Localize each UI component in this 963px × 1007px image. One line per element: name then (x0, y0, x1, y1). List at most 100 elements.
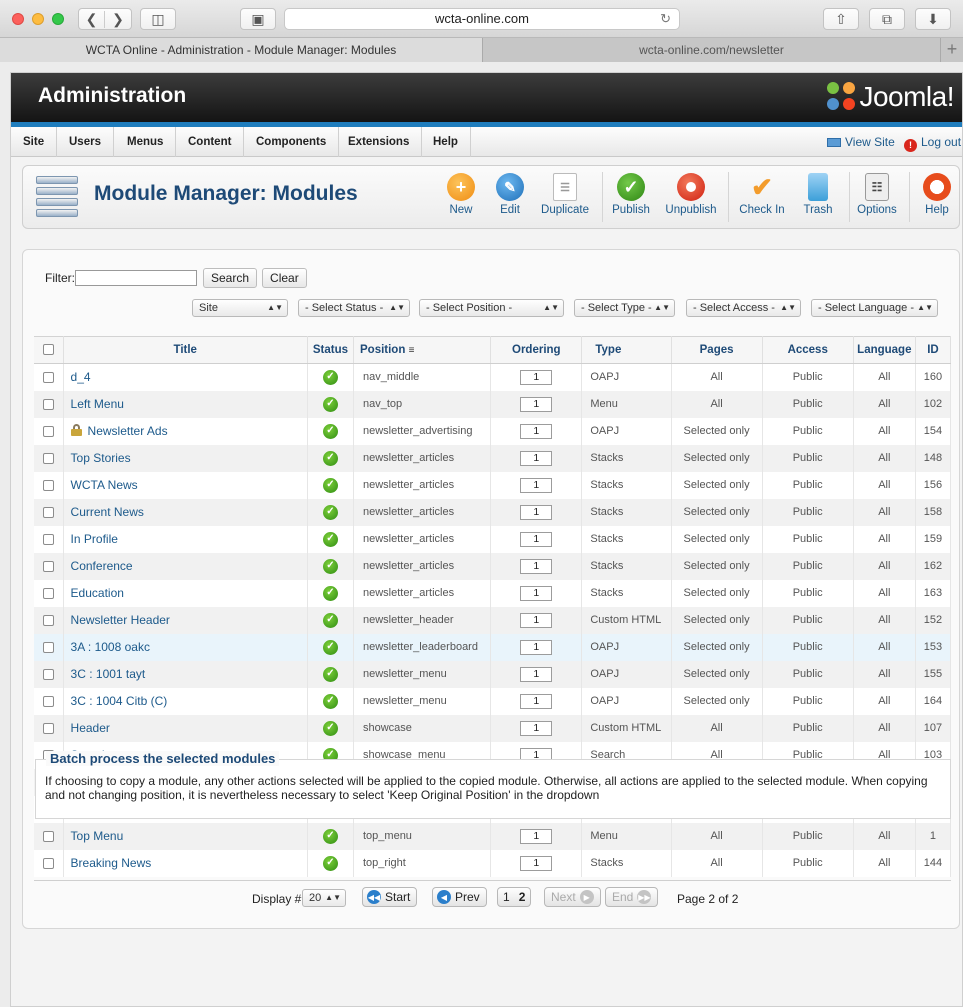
row-checkbox[interactable] (42, 398, 54, 410)
published-check-icon[interactable]: ✓ (322, 585, 338, 601)
published-check-icon[interactable]: ✓ (322, 531, 338, 547)
ordering-input[interactable]: 1 (520, 585, 553, 601)
reload-icon[interactable]: ↻ (660, 9, 671, 29)
tab-module-manager[interactable]: WCTA Online - Administration - Module Ma… (0, 38, 482, 62)
published-check-icon[interactable]: ✓ (322, 558, 338, 574)
column-id[interactable]: ID (915, 336, 952, 364)
row-checkbox[interactable] (42, 425, 54, 437)
module-title-link[interactable]: d_4 (64, 370, 91, 384)
select-access[interactable]: - Select Access - ▲▼ (686, 299, 801, 317)
toolbar-trash-button[interactable]: Trash (797, 173, 839, 216)
table-row[interactable]: Breaking News ✓ top_right 1 Stacks All Public A… (34, 849, 952, 877)
menu-content[interactable]: Content (176, 127, 245, 157)
module-title[interactable]: Current News (71, 505, 144, 519)
downloads-button[interactable]: ⬇ (915, 8, 951, 30)
column-status[interactable]: Status (307, 336, 355, 364)
minimize-window-button[interactable] (32, 13, 44, 25)
start-button[interactable]: ◀◀ Start (362, 887, 418, 907)
column-type[interactable]: Type (581, 336, 672, 364)
zoom-window-button[interactable] (52, 13, 64, 25)
published-check-icon[interactable]: ✓ (322, 639, 338, 655)
published-check-icon[interactable]: ✓ (322, 369, 338, 385)
search-button[interactable]: Search (203, 268, 258, 288)
row-checkbox[interactable] (42, 587, 54, 599)
table-row[interactable]: WCTA News ✓ newsletter_articles 1 Stacks Sele… (34, 471, 952, 499)
column-position[interactable]: Position ≡ (353, 336, 492, 364)
table-row[interactable]: Top Stories ✓ newsletter_articles 1 Stacks Se… (34, 444, 952, 472)
module-title[interactable]: 3A : 1008 oakc (71, 640, 150, 654)
column-title[interactable]: Title (63, 336, 308, 364)
ordering-input[interactable]: 1 (520, 396, 553, 412)
row-checkbox[interactable] (42, 614, 54, 626)
row-checkbox[interactable] (42, 830, 54, 842)
row-checkbox[interactable] (42, 560, 54, 572)
toolbar-help-button[interactable]: Help (916, 173, 958, 216)
table-row[interactable]: Education ✓ newsletter_articles 1 Stacks Sele… (34, 579, 952, 607)
row-checkbox[interactable] (42, 695, 54, 707)
module-title-link[interactable]: Breaking News (64, 856, 152, 870)
ordering-input[interactable]: 1 (520, 693, 553, 709)
module-title[interactable]: Top Menu (71, 829, 124, 843)
close-window-button[interactable] (12, 13, 24, 25)
row-checkbox[interactable] (42, 857, 54, 869)
table-row[interactable]: Newsletter Header ✓ newsletter_header 1 Cust… (34, 606, 952, 634)
table-row[interactable]: d_4 ✓ nav_middle 1 OAPJ All Public All 160 (34, 363, 952, 391)
published-check-icon[interactable]: ✓ (322, 693, 338, 709)
address-bar[interactable]: wcta-online.com ↻ (284, 8, 680, 30)
page-1-link[interactable]: 1 (503, 890, 510, 904)
module-title-link[interactable]: WCTA News (64, 478, 138, 492)
row-checkbox[interactable] (42, 533, 54, 545)
ordering-input[interactable]: 1 (520, 369, 553, 385)
module-title-link[interactable]: 3A : 1008 oakc (64, 640, 150, 654)
filter-search-input[interactable] (75, 270, 197, 286)
menu-help[interactable]: Help (421, 127, 471, 157)
toolbar-unpublish-button[interactable]: Unpublish (664, 173, 718, 216)
table-row[interactable]: 3A : 1008 oakc ✓ newsletter_leaderboard 1 OA… (34, 633, 952, 661)
table-row[interactable]: Current News ✓ newsletter_articles 1 Stacks S… (34, 498, 952, 526)
published-check-icon[interactable]: ✓ (322, 423, 338, 439)
module-title[interactable]: Newsletter Header (71, 613, 170, 627)
ordering-input[interactable]: 1 (520, 558, 553, 574)
ordering-input[interactable]: 1 (520, 477, 553, 493)
module-title[interactable]: Newsletter Ads (88, 424, 168, 438)
ordering-input[interactable]: 1 (520, 720, 553, 736)
menu-users[interactable]: Users (57, 127, 114, 157)
table-row[interactable]: Newsletter Ads ✓ newsletter_advertising 1 OA… (34, 417, 952, 445)
table-row[interactable]: Top Menu ✓ top_menu 1 Menu All Public All 1 (34, 822, 952, 850)
toolbar-checkin-button[interactable]: ✔ Check In (736, 172, 788, 217)
table-row[interactable]: Header ✓ showcase 1 Custom HTML All Public All 1… (34, 714, 952, 742)
select-language[interactable]: - Select Language - ▲▼ (811, 299, 938, 317)
menu-menus[interactable]: Menus (115, 127, 177, 157)
module-title-link[interactable]: Conference (64, 559, 133, 573)
toolbar-options-button[interactable]: ☷ Options (855, 173, 899, 216)
display-limit-select[interactable]: 20 ▲▼ (302, 889, 346, 907)
ordering-input[interactable]: 1 (520, 855, 553, 871)
logout-link[interactable]: ! Log out (904, 127, 961, 157)
tabs-overview-button[interactable]: ⧉ (869, 8, 905, 30)
toolbar-duplicate-button[interactable]: ☰ Duplicate (537, 173, 593, 216)
select-type[interactable]: - Select Type - ▲▼ (574, 299, 675, 317)
module-title-link[interactable]: In Profile (64, 532, 118, 546)
menu-extensions[interactable]: Extensions (336, 127, 423, 157)
clear-button[interactable]: Clear (262, 268, 307, 288)
toolbar-edit-button[interactable]: ✎ Edit (489, 173, 531, 216)
row-checkbox[interactable] (42, 479, 54, 491)
module-title-link[interactable]: Top Stories (64, 451, 131, 465)
column-language[interactable]: Language (853, 336, 916, 364)
module-title-link[interactable]: Header (64, 721, 110, 735)
ordering-input[interactable]: 1 (520, 450, 553, 466)
published-check-icon[interactable]: ✓ (322, 477, 338, 493)
table-row[interactable]: In Profile ✓ newsletter_articles 1 Stacks Sel… (34, 525, 952, 553)
column-access[interactable]: Access (762, 336, 854, 364)
module-title[interactable]: WCTA News (71, 478, 138, 492)
table-row[interactable]: 3C : 1001 tayt ✓ newsletter_menu 1 OAPJ Selec… (34, 660, 952, 688)
module-title[interactable]: In Profile (71, 532, 118, 546)
table-row[interactable]: Left Menu ✓ nav_top 1 Menu All Public All 102 (34, 390, 952, 418)
row-checkbox[interactable] (42, 371, 54, 383)
published-check-icon[interactable]: ✓ (322, 828, 338, 844)
published-check-icon[interactable]: ✓ (322, 612, 338, 628)
ordering-input[interactable]: 1 (520, 666, 553, 682)
ordering-input[interactable]: 1 (520, 504, 553, 520)
module-title[interactable]: Breaking News (71, 856, 152, 870)
module-title-link[interactable]: Newsletter Ads (64, 424, 168, 438)
